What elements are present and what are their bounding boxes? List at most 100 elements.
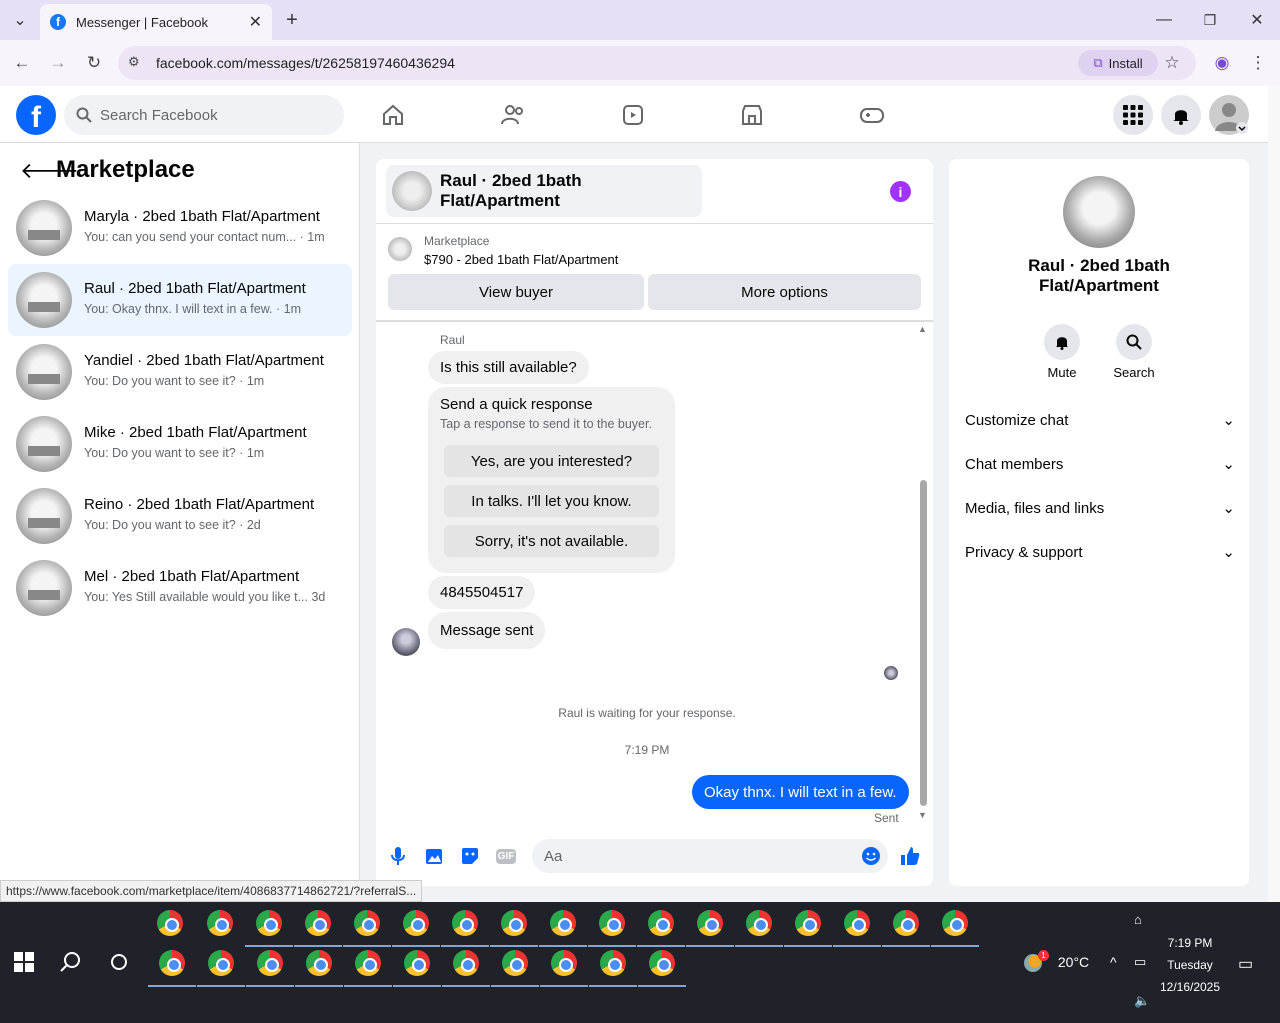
taskbar-chrome-window[interactable] (343, 905, 391, 947)
scroll-down-arrow-icon[interactable]: ▼ (918, 810, 927, 820)
video-icon[interactable] (618, 100, 648, 130)
taskbar-chrome-window[interactable] (638, 945, 686, 987)
address-bar[interactable]: facebook.com/messages/t/2625819746043629… (118, 46, 1196, 80)
forward-icon[interactable]: → (47, 52, 69, 74)
section-media-files-links[interactable]: Media, files and links ⌄ (965, 497, 1235, 519)
meet-icon[interactable]: ⌂ (1134, 912, 1142, 927)
chrome-icon (550, 910, 576, 936)
new-tab-icon[interactable]: + (280, 8, 304, 32)
taskbar-chrome-window[interactable] (589, 945, 637, 987)
page-scrollbar[interactable] (1268, 86, 1280, 902)
conversation-item[interactable]: Mel · 2bed 1bath Flat/Apartment You: Yes… (8, 552, 352, 624)
chat-header[interactable]: Raul · 2bed 1bath Flat/Apartment (386, 165, 702, 217)
tray-chevron-up-icon[interactable]: ^ (1110, 954, 1117, 970)
tab-search-chevron-icon[interactable]: ⌄ (8, 8, 32, 32)
taskbar-chrome-window[interactable] (344, 945, 392, 987)
menu-grid-icon[interactable] (1113, 95, 1153, 135)
section-chat-members[interactable]: Chat members ⌄ (965, 453, 1235, 475)
taskbar-search-icon[interactable] (60, 951, 82, 978)
taskbar-chrome-window[interactable] (442, 945, 490, 987)
conversation-item[interactable]: Yandiel · 2bed 1bath Flat/Apartment You:… (8, 336, 352, 408)
taskbar-chrome-window[interactable] (393, 945, 441, 987)
tab-close-icon[interactable]: ✕ (249, 12, 262, 32)
conversation-item[interactable]: Mike · 2bed 1bath Flat/Apartment You: Do… (8, 408, 352, 480)
sender-avatar[interactable] (392, 628, 420, 656)
mute-button[interactable] (1044, 324, 1080, 360)
taskbar-chrome-window[interactable] (392, 905, 440, 947)
taskbar-chrome-window[interactable] (540, 945, 588, 987)
chat-scrollbar[interactable] (920, 480, 927, 806)
quick-response-button[interactable]: In talks. I'll let you know. (444, 485, 659, 517)
listing-title[interactable]: $790 - 2bed 1bath Flat/Apartment (424, 252, 618, 267)
taskbar-chrome-window[interactable] (246, 945, 294, 987)
network-icon[interactable]: ▭ (1134, 954, 1146, 970)
listing-thumbnail[interactable] (388, 237, 412, 261)
quick-response-button[interactable]: Yes, are you interested? (444, 445, 659, 477)
section-customize-chat[interactable]: Customize chat ⌄ (965, 409, 1235, 431)
taskbar-chrome-window[interactable] (197, 945, 245, 987)
view-buyer-button[interactable]: View buyer (388, 274, 644, 310)
taskbar-chrome-window[interactable] (931, 905, 979, 947)
pinned-app-icon[interactable] (152, 905, 188, 941)
listing-avatar (16, 416, 72, 472)
thumbs-up-icon[interactable] (899, 845, 921, 867)
taskbar-chrome-window[interactable] (202, 905, 238, 941)
scroll-up-arrow-icon[interactable]: ▲ (918, 324, 927, 334)
conversation-item[interactable]: Maryla · 2bed 1bath Flat/Apartment You: … (8, 192, 352, 264)
message-input[interactable]: Aa (532, 839, 888, 873)
taskbar-chrome-window[interactable] (441, 905, 489, 947)
taskbar-chrome-window[interactable] (637, 905, 685, 947)
back-icon[interactable]: ← (11, 52, 33, 74)
volume-icon[interactable]: 🔈 (1134, 993, 1150, 1009)
minimize-icon[interactable]: — (1152, 8, 1176, 32)
windows-start-icon[interactable] (14, 952, 34, 977)
taskbar-chrome-window[interactable] (245, 905, 293, 947)
account-avatar[interactable] (1209, 95, 1249, 135)
sticker-icon[interactable] (459, 845, 481, 867)
taskbar-chrome-window[interactable] (491, 945, 539, 987)
profile-icon[interactable]: ◉ (1211, 52, 1233, 74)
reload-icon[interactable]: ↻ (83, 52, 105, 74)
taskbar-chrome-window[interactable] (490, 905, 538, 947)
home-icon[interactable] (378, 100, 408, 130)
photo-icon[interactable] (423, 845, 445, 867)
facebook-search-input[interactable]: Search Facebook (64, 95, 344, 135)
more-options-button[interactable]: More options (648, 274, 921, 310)
notifications-bell-icon[interactable] (1161, 95, 1201, 135)
install-app-button[interactable]: ⧉ Install (1078, 50, 1158, 76)
microphone-icon[interactable] (387, 845, 409, 867)
browser-menu-icon[interactable]: ⋮ (1247, 52, 1269, 74)
notification-center-icon[interactable]: ▭ (1238, 954, 1253, 974)
taskbar-chrome-window[interactable] (539, 905, 587, 947)
cortana-icon[interactable] (110, 953, 128, 976)
conversation-item[interactable]: Reino · 2bed 1bath Flat/Apartment You: D… (8, 480, 352, 552)
taskbar-chrome-window[interactable] (294, 905, 342, 947)
taskbar-chrome-window[interactable] (295, 945, 343, 987)
weather-widget[interactable]: 20°C (1024, 954, 1089, 973)
taskbar-clock[interactable]: 7:19 PM Tuesday 12/16/2025 (1156, 932, 1224, 998)
taskbar-chrome-window[interactable] (148, 945, 196, 987)
taskbar-chrome-window[interactable] (588, 905, 636, 947)
restore-icon[interactable]: ❐ (1198, 8, 1222, 32)
quick-response-button[interactable]: Sorry, it's not available. (444, 525, 659, 557)
taskbar-chrome-window[interactable] (735, 905, 783, 947)
taskbar-chrome-window[interactable] (833, 905, 881, 947)
window-close-icon[interactable]: ✕ (1245, 8, 1269, 32)
section-privacy-support[interactable]: Privacy & support ⌄ (965, 541, 1235, 563)
bookmark-star-icon[interactable]: ☆ (1161, 52, 1183, 74)
taskbar-chrome-window[interactable] (686, 905, 734, 947)
gaming-icon[interactable] (857, 100, 887, 130)
site-info-icon[interactable]: ⚙ (128, 54, 146, 72)
marketplace-icon[interactable] (737, 100, 767, 130)
gif-icon[interactable]: GIF (495, 845, 517, 867)
conversation-item-active[interactable]: Raul · 2bed 1bath Flat/Apartment You: Ok… (8, 264, 352, 336)
info-icon[interactable]: i (890, 181, 911, 202)
taskbar-chrome-window[interactable] (882, 905, 930, 947)
search-conversation-button[interactable] (1116, 324, 1152, 360)
taskbar-chrome-window[interactable] (784, 905, 832, 947)
facebook-logo-icon[interactable]: f (16, 95, 56, 135)
chrome-icon (599, 910, 625, 936)
friends-icon[interactable] (498, 100, 528, 130)
emoji-icon[interactable] (860, 845, 882, 867)
browser-tab[interactable]: f Messenger | Facebook ✕ (40, 4, 272, 40)
